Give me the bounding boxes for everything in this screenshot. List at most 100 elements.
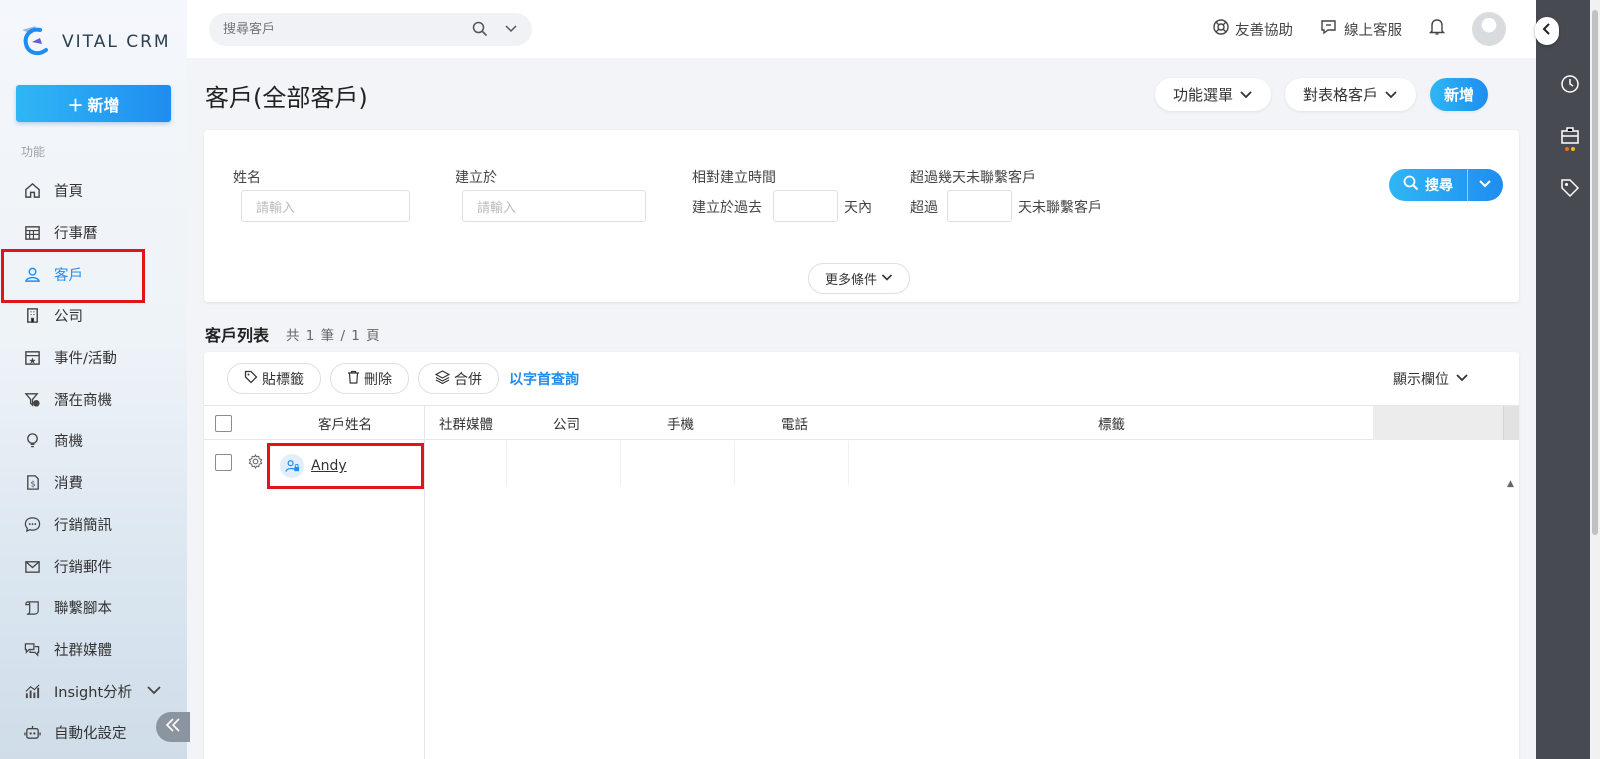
search-icon[interactable] [472, 21, 488, 41]
initial-search-link[interactable]: 以字首查詢 [509, 369, 579, 389]
tag-icon [244, 370, 258, 388]
funnel-icon [23, 390, 41, 408]
chevron-down-icon [147, 683, 161, 699]
home-icon [23, 182, 41, 200]
customer-lock-icon [280, 454, 304, 478]
sidebar-item-insight[interactable]: Insight分析 [0, 670, 187, 712]
rail-collapse-button[interactable] [1535, 17, 1559, 45]
sidebar-item-events[interactable]: 事件/活動 [0, 337, 187, 379]
add-customer-button[interactable]: 新增 [1429, 78, 1488, 111]
merge-button[interactable]: 合併 [418, 363, 499, 394]
chevron-down-icon[interactable] [504, 21, 518, 41]
customer-name-cell[interactable]: Andy [267, 443, 424, 489]
logo-mark-icon [18, 24, 54, 60]
sidebar-item-label: 潛在商機 [54, 392, 112, 409]
chevron-down-icon[interactable] [1468, 177, 1492, 193]
relative-time-prefix: 建立於過去 [692, 200, 762, 216]
column-header-tags[interactable]: 標籤 [1098, 406, 1125, 440]
sidebar-nav: 首頁 行事曆 客戶 公司 事件/活動 潛在商機 商機 $ 消費 行銷簡訊 行銷郵… [0, 170, 187, 754]
page-title: 客戶(全部客戶) [205, 84, 368, 112]
analytics-icon [23, 682, 41, 700]
delete-button[interactable]: 刪除 [330, 363, 409, 394]
gear-icon[interactable] [248, 453, 263, 473]
merge-button-label: 合併 [454, 371, 482, 388]
uncontacted-label: 超過幾天未聯繫客戶 [910, 170, 1036, 186]
column-header-social[interactable]: 社群媒體 [439, 406, 493, 440]
support-link[interactable]: 線上客服 [1319, 18, 1402, 40]
sidebar-new-button[interactable]: ＋ 新增 [16, 85, 171, 122]
function-menu-button[interactable]: 功能選單 [1154, 78, 1271, 111]
table-view-label: 對表格客戶 [1302, 86, 1378, 104]
sidebar-item-leads[interactable]: 潛在商機 [0, 378, 187, 420]
avatar[interactable] [1472, 12, 1506, 46]
more-conditions-button[interactable]: 更多條件 [808, 263, 911, 294]
name-filter-input[interactable]: 請輸入 [241, 190, 410, 222]
add-customer-label: 新增 [1443, 86, 1474, 104]
delete-button-label: 刪除 [364, 371, 392, 388]
clock-icon[interactable] [1560, 74, 1580, 94]
header-filler [1373, 406, 1503, 440]
sidebar-item-label: 公司 [54, 309, 83, 326]
lightbulb-icon [23, 432, 41, 450]
relative-days-input[interactable] [773, 190, 838, 222]
created-filter-label: 建立於 [455, 170, 497, 186]
filter-panel: 姓名 請輸入 建立於 請輸入 相對建立時間 建立於過去 天內 超過幾天未聯繫客戶… [204, 130, 1519, 302]
robot-icon [23, 724, 41, 742]
tag-button[interactable]: 貼標籤 [227, 363, 321, 394]
sidebar-item-customers[interactable]: 客戶 [0, 249, 187, 304]
global-search[interactable] [209, 13, 532, 46]
sidebar-item-label: 消費 [54, 476, 83, 493]
created-filter-input[interactable]: 請輸入 [462, 190, 646, 222]
brand-name: VITAL CRM [62, 32, 171, 52]
chevron-left-icon [1541, 22, 1553, 40]
scroll-up-arrow-icon[interactable]: ▲ [1507, 479, 1514, 489]
relative-time-label: 相對建立時間 [692, 170, 776, 186]
sidebar-item-email[interactable]: 行銷郵件 [0, 545, 187, 587]
support-label: 線上客服 [1344, 22, 1402, 39]
sidebar-item-calendar[interactable]: 行事曆 [0, 212, 187, 254]
display-columns-button[interactable]: 顯示欄位 [1393, 369, 1469, 389]
customer-list: 貼標籤 刪除 合併 以字首查詢 顯示欄位 客戶姓名 社群媒體 公司 手機 電話 … [204, 352, 1519, 759]
sidebar-collapse-button[interactable] [156, 712, 190, 742]
sidebar-item-social[interactable]: 社群媒體 [0, 629, 187, 671]
customer-name-link[interactable]: Andy [311, 458, 347, 474]
table-row[interactable]: Andy ▲ [204, 441, 1519, 489]
filter-search-button[interactable]: 搜尋 [1389, 169, 1503, 201]
topbar: 友善協助 線上客服 [187, 0, 1536, 58]
toolbox-icon[interactable] [1560, 126, 1580, 151]
building-icon [23, 307, 41, 325]
table-view-button[interactable]: 對表格客戶 [1284, 78, 1416, 111]
sidebar-item-label: 商機 [54, 434, 83, 451]
search-input[interactable] [223, 22, 463, 37]
select-all-checkbox[interactable] [215, 406, 232, 440]
sidebar-item-opportunities[interactable]: 商機 [0, 420, 187, 462]
display-columns-label: 顯示欄位 [1393, 372, 1449, 388]
column-header-phone[interactable]: 電話 [781, 406, 808, 440]
sidebar-item-home[interactable]: 首頁 [0, 170, 187, 212]
list-title: 客戶列表 [205, 326, 270, 345]
table-scrollbar[interactable] [1503, 406, 1519, 440]
sidebar-item-label: 客戶 [54, 267, 83, 284]
uncontacted-days-input[interactable] [947, 190, 1012, 222]
sidebar-item-spending[interactable]: $ 消費 [0, 462, 187, 504]
chevron-down-icon [881, 271, 893, 286]
column-header-name[interactable]: 客戶姓名 [318, 406, 372, 440]
logo[interactable]: VITAL CRM [18, 24, 171, 60]
row-checkbox[interactable] [215, 454, 232, 471]
column-header-mobile[interactable]: 手機 [667, 406, 694, 440]
tag-icon[interactable] [1560, 178, 1580, 198]
sidebar-item-company[interactable]: 公司 [0, 295, 187, 337]
column-header-company[interactable]: 公司 [553, 406, 580, 440]
bell-icon[interactable] [1428, 17, 1446, 41]
sidebar-item-sms[interactable]: 行銷簡訊 [0, 504, 187, 546]
sms-icon [23, 515, 41, 533]
sidebar-item-label: 首頁 [54, 184, 83, 201]
uncontacted-suffix: 天未聯繫客戶 [1018, 200, 1102, 216]
support-chat-icon [1319, 18, 1339, 40]
uncontacted-prefix: 超過 [910, 200, 938, 216]
trash-icon [347, 370, 360, 388]
page-scrollbar-thumb[interactable] [1592, 10, 1598, 535]
help-link[interactable]: 友善協助 [1212, 18, 1293, 40]
sidebar-item-scripts[interactable]: 聯繫腳本 [0, 587, 187, 629]
receipt-icon: $ [23, 474, 41, 492]
